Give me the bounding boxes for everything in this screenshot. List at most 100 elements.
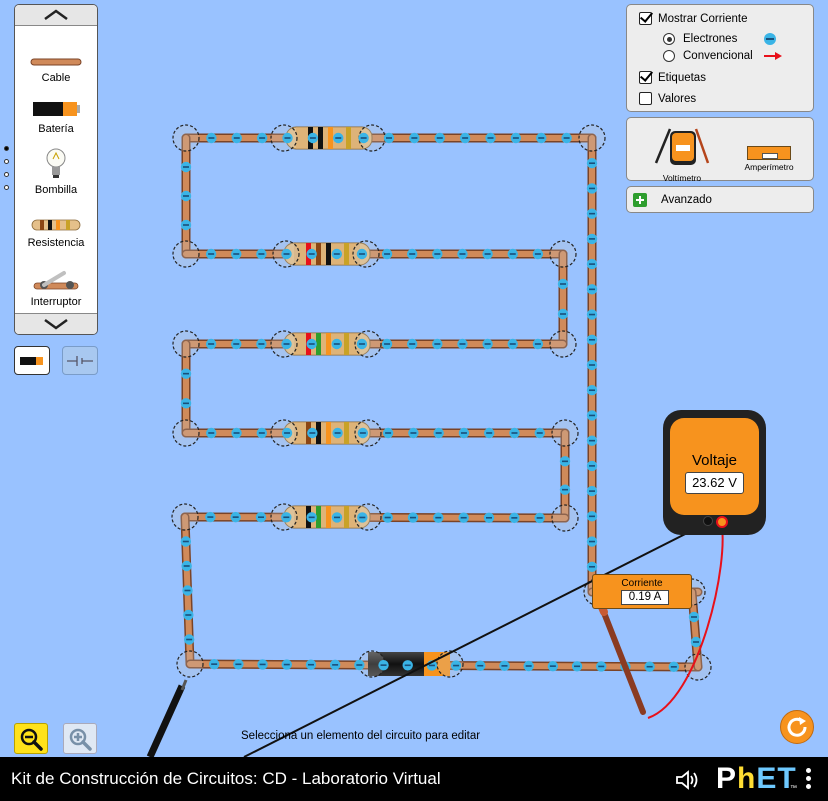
electron xyxy=(183,634,195,645)
electron xyxy=(586,485,598,497)
wire-icon xyxy=(30,58,82,66)
electron xyxy=(357,427,369,439)
electron xyxy=(307,427,318,439)
page-dot[interactable] xyxy=(4,172,9,177)
electron xyxy=(482,248,493,260)
electron xyxy=(557,278,569,290)
page-dot[interactable] xyxy=(4,159,9,164)
electron xyxy=(256,338,267,350)
schematic-view-button[interactable] xyxy=(62,346,98,375)
reset-all-button[interactable] xyxy=(780,710,814,744)
toolbox-item-switch[interactable]: Interruptor xyxy=(15,269,97,308)
ammeter-icon xyxy=(747,146,791,160)
lifelike-view-button[interactable] xyxy=(14,346,50,375)
show-current-checkbox[interactable]: Mostrar Corriente xyxy=(639,12,747,25)
circuit-diagram[interactable] xyxy=(0,0,828,757)
electron xyxy=(306,338,317,350)
electron xyxy=(586,385,598,396)
electron xyxy=(307,132,319,144)
component-toolbox: Cable Batería Bombilla Resistencia Inter… xyxy=(14,4,98,335)
vertex xyxy=(172,330,200,358)
page-dot[interactable] xyxy=(4,185,9,190)
electron xyxy=(381,248,393,260)
electron xyxy=(331,338,342,350)
checkbox-unchecked-icon xyxy=(639,92,652,105)
labels-checkbox[interactable]: Etiquetas xyxy=(639,71,706,84)
voltmeter[interactable]: Voltaje 23.62 V xyxy=(663,410,766,535)
electron xyxy=(281,427,293,439)
voltmeter-red-jack xyxy=(716,516,728,528)
electron xyxy=(382,427,394,439)
display-options-panel: Mostrar Corriente Electrones Convenciona… xyxy=(626,4,814,112)
electron xyxy=(331,512,343,523)
electron xyxy=(432,248,443,260)
probes-layer xyxy=(146,521,724,757)
vertex xyxy=(172,124,200,152)
zoom-out-button[interactable] xyxy=(14,723,48,754)
electron xyxy=(532,248,544,260)
voltmeter-black-jack xyxy=(703,516,713,526)
electron xyxy=(523,660,534,672)
electron xyxy=(256,248,267,260)
electrons-label: Electrones xyxy=(683,33,738,45)
options-menu-button[interactable] xyxy=(806,768,814,792)
zoom-out-icon xyxy=(20,728,43,751)
radio-unselected-icon xyxy=(663,50,675,62)
components-layer xyxy=(283,126,450,676)
electron xyxy=(507,338,518,350)
voltmeter-tool[interactable]: Voltímetro xyxy=(649,123,715,183)
electron xyxy=(231,338,242,350)
circuit-canvas[interactable]: Cable Batería Bombilla Resistencia Inter… xyxy=(0,0,828,757)
electron xyxy=(458,512,469,523)
electron xyxy=(586,561,598,572)
electron xyxy=(357,512,368,523)
ammeter-readout: 0.19 A xyxy=(621,590,669,605)
electron xyxy=(180,368,192,379)
ammeter[interactable]: Corriente 0.19 A xyxy=(592,574,692,609)
expand-plus-icon[interactable] xyxy=(633,193,647,207)
electrons-radio[interactable]: Electrones xyxy=(663,32,777,46)
voltmeter-tool-label: Voltímetro xyxy=(662,173,702,183)
zoom-in-button[interactable] xyxy=(63,723,97,754)
electron xyxy=(688,611,700,623)
electron xyxy=(233,659,244,670)
vertex xyxy=(549,330,577,358)
voltmeter-black-probe xyxy=(146,684,186,757)
phet-logo[interactable]: PhET xyxy=(716,764,797,794)
voltmeter-icon xyxy=(654,128,710,165)
toolbox-item-battery[interactable]: Batería xyxy=(15,100,97,135)
electron xyxy=(483,512,495,523)
vertex xyxy=(551,419,579,447)
toolbox-scroll-up-button[interactable] xyxy=(15,5,97,26)
page-dot[interactable] xyxy=(4,146,9,151)
electron xyxy=(534,512,545,524)
electron xyxy=(206,427,217,439)
vertex xyxy=(172,419,200,447)
electron xyxy=(482,338,493,350)
electron xyxy=(586,435,598,446)
toolbox-page-indicator xyxy=(4,146,9,198)
conventional-radio[interactable]: Convencional xyxy=(663,50,783,62)
sensor-toolbox-panel: Voltímetro Amperímetro xyxy=(626,117,814,183)
checkbox-checked-icon xyxy=(639,12,652,25)
chevron-up-icon xyxy=(44,9,68,21)
toolbox-item-resistor[interactable]: Resistencia xyxy=(15,218,97,249)
toolbox-item-lightbulb[interactable]: Bombilla xyxy=(15,147,97,196)
values-checkbox[interactable]: Valores xyxy=(639,92,696,105)
sound-icon[interactable] xyxy=(675,769,701,791)
toolbox-scroll-down-button[interactable] xyxy=(15,313,97,334)
toolbox-item-wire[interactable]: Cable xyxy=(15,57,97,84)
electron xyxy=(586,410,598,421)
electron xyxy=(332,427,343,439)
electron xyxy=(409,132,420,144)
ammeter-tool[interactable]: Amperímetro xyxy=(739,146,799,178)
electron xyxy=(230,511,241,523)
advanced-label: Avanzado xyxy=(661,194,712,206)
electron-icon xyxy=(764,33,776,45)
zoom-in-icon xyxy=(69,728,92,751)
electron xyxy=(561,132,572,144)
electron xyxy=(306,512,317,523)
electron xyxy=(433,427,444,439)
advanced-panel[interactable]: Avanzado xyxy=(626,186,814,213)
electron xyxy=(402,660,413,671)
